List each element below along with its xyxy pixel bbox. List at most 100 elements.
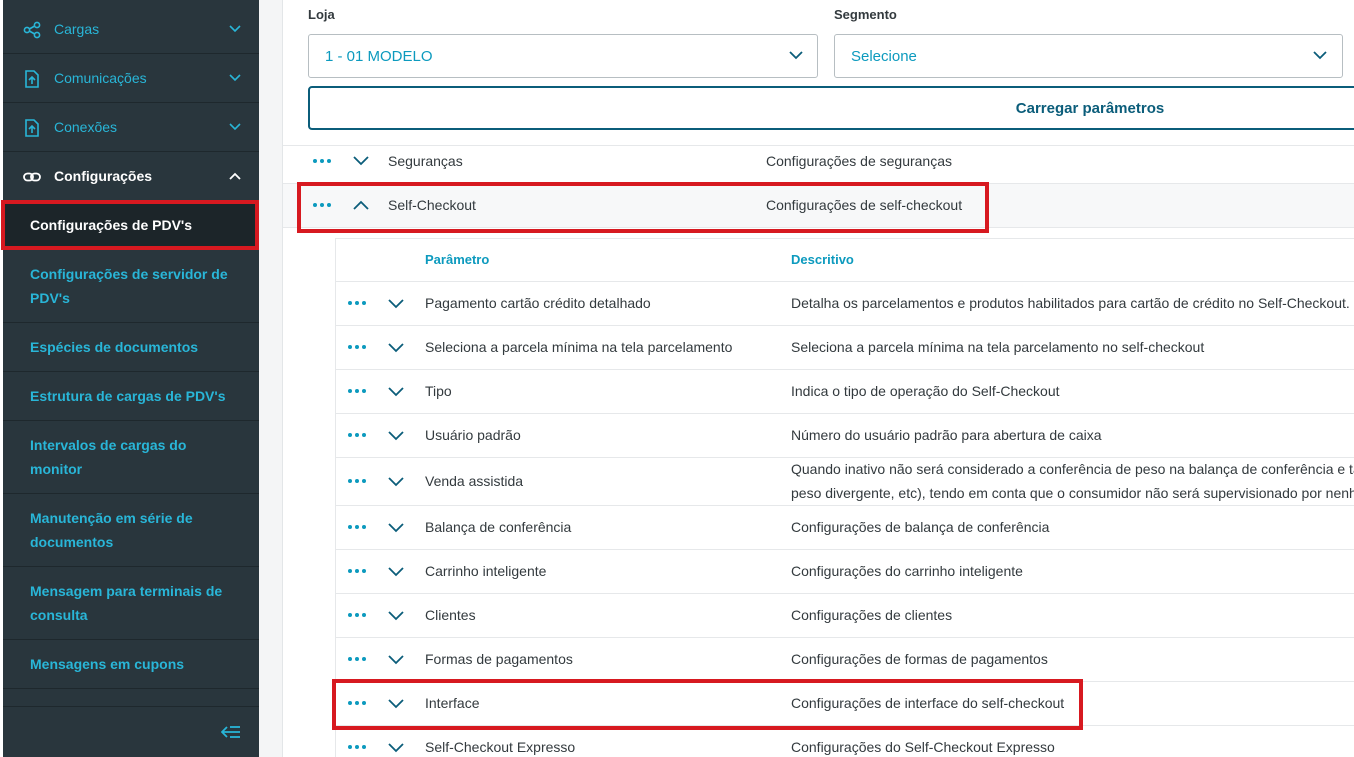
more-options-icon[interactable] (313, 202, 331, 208)
chevron-down-icon[interactable] (388, 523, 404, 533)
share-icon (23, 21, 41, 39)
more-options-icon[interactable] (348, 524, 366, 530)
link-icon (23, 172, 41, 182)
sidebar-item-label: Estrutura de cargas de PDV's (30, 388, 226, 404)
chevron-down-icon[interactable] (388, 299, 404, 309)
parameter-description: Quando inativo não será considerado a co… (791, 461, 1354, 477)
parameter-name: Balança de conferência (425, 519, 572, 535)
sidebar-group-cargas[interactable]: Cargas (3, 5, 259, 54)
chevron-down-icon[interactable] (388, 567, 404, 577)
parameter-name: Clientes (425, 607, 476, 623)
parameter-name: Carrinho inteligente (425, 563, 547, 579)
column-header-descritivo: Descritivo (791, 252, 854, 267)
more-options-icon[interactable] (348, 478, 366, 484)
more-options-icon[interactable] (348, 568, 366, 574)
sidebar-group-label: Conexões (54, 119, 118, 135)
table-row[interactable]: Usuário padrão Número do usuário padrão … (336, 414, 1354, 458)
content-gutter (259, 0, 282, 757)
table-row[interactable]: Formas de pagamentos Configurações de fo… (336, 638, 1354, 682)
parameter-description: Configurações de balança de conferência (791, 519, 1050, 535)
chevron-down-icon[interactable] (388, 743, 404, 753)
chevron-down-icon[interactable] (388, 611, 404, 621)
chevron-down-icon[interactable] (388, 431, 404, 441)
sidebar-item-especies-documentos[interactable]: Espécies de documentos (3, 323, 259, 372)
segmento-select[interactable]: Selecione (834, 34, 1343, 78)
chevron-down-icon (789, 51, 803, 60)
table-row[interactable]: Balança de conferência Configurações de … (336, 506, 1354, 550)
chevron-down-icon[interactable] (388, 387, 404, 397)
chevron-up-icon (229, 172, 241, 180)
parameter-description: Detalha os parcelamentos e produtos habi… (791, 295, 1350, 311)
sidebar-group-comunicacoes[interactable]: Comunicações (3, 54, 259, 103)
loja-value: 1 - 01 MODELO (325, 48, 433, 65)
load-parameters-button[interactable]: Carregar parâmetros (308, 86, 1354, 130)
sidebar-group-conexoes[interactable]: Conexões (3, 103, 259, 152)
sidebar-item-configuracoes-pdv[interactable]: Configurações de PDV's (3, 201, 259, 250)
table-row[interactable]: Clientes Configurações de clientes (336, 594, 1354, 638)
sidebar-item-label: Mensagem para terminais de consulta (30, 583, 223, 623)
more-options-icon[interactable] (348, 432, 366, 438)
segmento-value: Selecione (851, 48, 917, 65)
table-row[interactable]: Pagamento cartão crédito detalhado Detal… (336, 282, 1354, 326)
parameter-description: Configurações de formas de pagamentos (791, 651, 1048, 667)
chevron-down-icon[interactable] (388, 343, 404, 353)
parameter-name: Self-Checkout Expresso (425, 739, 576, 755)
file-upload-icon (25, 119, 39, 137)
table-row[interactable]: Self-Checkout Expresso Configurações do … (336, 726, 1354, 757)
more-options-icon[interactable] (348, 612, 366, 618)
chevron-down-icon[interactable] (388, 655, 404, 665)
parameter-name: Formas de pagamentos (425, 651, 573, 667)
loja-select[interactable]: 1 - 01 MODELO (308, 34, 818, 78)
file-upload-icon (25, 70, 39, 88)
table-row[interactable]: Venda assistida Quando inativo não será … (336, 458, 1354, 506)
parent-row-segurancas: Seguranças Configurações de seguranças (283, 140, 1354, 184)
chevron-down-icon (229, 123, 241, 131)
chevron-down-icon[interactable] (388, 477, 404, 487)
load-parameters-label: Carregar parâmetros (1015, 100, 1165, 117)
more-options-icon[interactable] (348, 744, 366, 750)
parameter-description: Configurações de interface do self-check… (791, 695, 1065, 711)
sidebar-group-configuracoes[interactable]: Configurações (3, 152, 259, 201)
chevron-down-icon[interactable] (388, 699, 404, 709)
chevron-down-icon (229, 74, 241, 82)
more-options-icon[interactable] (348, 300, 366, 306)
chevron-down-icon (1313, 51, 1327, 60)
parameter-description: Configurações do Self-Checkout Expresso (791, 739, 1055, 755)
sidebar-group-label: Cargas (54, 21, 100, 37)
sidebar-item-label: Espécies de documentos (30, 339, 199, 355)
table-row[interactable]: Tipo Indica o tipo de operação do Self-C… (336, 370, 1354, 414)
parameter-name: Interface (425, 695, 480, 711)
sidebar-item-label: Configurações de servidor de PDV's (30, 266, 228, 306)
filter-panel: Loja 1 - 01 MODELO Segmento Selecione Ca… (283, 0, 1354, 146)
sidebar-item-mensagem-terminais[interactable]: Mensagem para terminais de consulta (3, 567, 259, 640)
more-options-icon[interactable] (348, 388, 366, 394)
column-header-parametro: Parâmetro (425, 252, 490, 267)
sidebar-item-servidor-pdv[interactable]: Configurações de servidor de PDV's (3, 250, 259, 323)
table-row[interactable]: Interface Configurações de interface do … (336, 682, 1354, 726)
more-options-icon[interactable] (348, 700, 366, 706)
parameter-description: Indica o tipo de operação do Self-Checko… (791, 383, 1060, 399)
parameter-description: Configurações de clientes (791, 607, 953, 623)
parameter-description: Número do usuário padrão para abertura d… (791, 427, 1102, 443)
parameter-description: Configurações de self-checkout (766, 197, 963, 213)
table-row[interactable]: Seleciona a parcela mínima na tela parce… (336, 326, 1354, 370)
chevron-down-icon[interactable] (353, 156, 369, 166)
more-options-icon[interactable] (348, 344, 366, 350)
more-options-icon[interactable] (348, 656, 366, 662)
table-header: Parâmetro Descritivo (336, 238, 1354, 282)
sidebar-item-intervalos-cargas[interactable]: Intervalos de cargas do monitor (3, 421, 259, 494)
chevron-up-icon[interactable] (353, 200, 369, 210)
chevron-down-icon (229, 25, 241, 33)
more-options-icon[interactable] (313, 158, 331, 164)
sidebar-item-mensagens-cupons[interactable]: Mensagens em cupons (3, 640, 259, 689)
sidebar-item-label: Mensagens em cupons (30, 656, 185, 672)
collapse-menu-icon[interactable] (221, 725, 241, 739)
table-row[interactable]: Carrinho inteligente Configurações do ca… (336, 550, 1354, 594)
child-table: Parâmetro Descritivo Pagamento cartão cr… (335, 238, 1354, 757)
sidebar-item-manutencao-serie[interactable]: Manutenção em série de documentos (3, 494, 259, 567)
parameter-name: Pagamento cartão crédito detalhado (425, 295, 651, 311)
parameter-name: Seleciona a parcela mínima na tela parce… (425, 339, 733, 355)
sidebar-item-estrutura-cargas[interactable]: Estrutura de cargas de PDV's (3, 372, 259, 421)
loja-label: Loja (308, 7, 335, 22)
parameter-description: Configurações do carrinho inteligente (791, 563, 1023, 579)
